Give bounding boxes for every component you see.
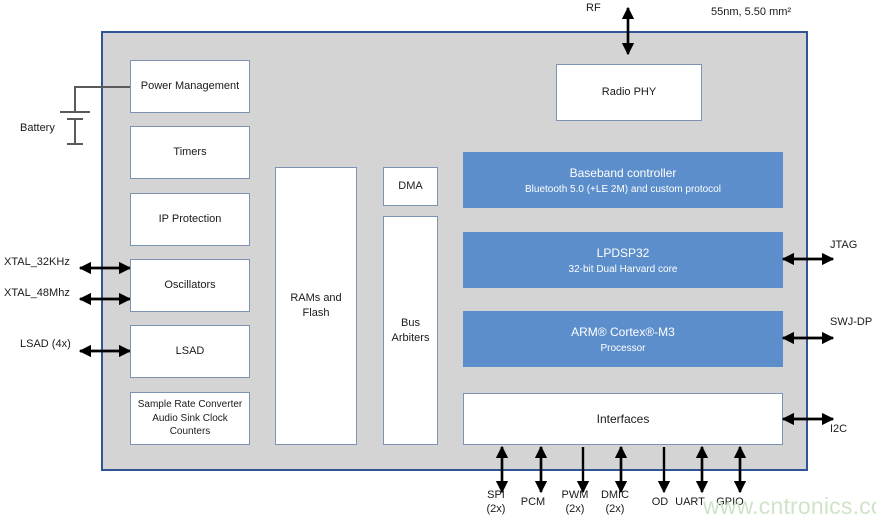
pin-label-dmic: DMIC (2x) bbox=[592, 489, 638, 517]
pin-label-spi-line1: SPI bbox=[487, 489, 505, 501]
block-diagram: 55nm, 5.50 mm² RF Battery XTAL_32KHz XTA… bbox=[0, 0, 876, 524]
pin-label-spi: SPI (2x) bbox=[476, 489, 516, 517]
interface-pin-arrows bbox=[495, 445, 747, 494]
pin-label-dmic-line2: (2x) bbox=[605, 502, 625, 515]
pin-label-pwm-line1: PWM bbox=[561, 489, 589, 501]
pin-label-pwm-line2: (2x) bbox=[565, 502, 585, 515]
pin-label-pcm-line1: PCM bbox=[520, 496, 546, 508]
site-watermark: www.cntronics.com bbox=[703, 493, 876, 519]
pin-label-dmic-line1: DMIC bbox=[600, 489, 630, 501]
pin-label-spi-line2: (2x) bbox=[486, 502, 506, 515]
pin-label-pwm: PWM (2x) bbox=[553, 489, 597, 517]
pin-label-pcm: PCM bbox=[513, 496, 553, 510]
